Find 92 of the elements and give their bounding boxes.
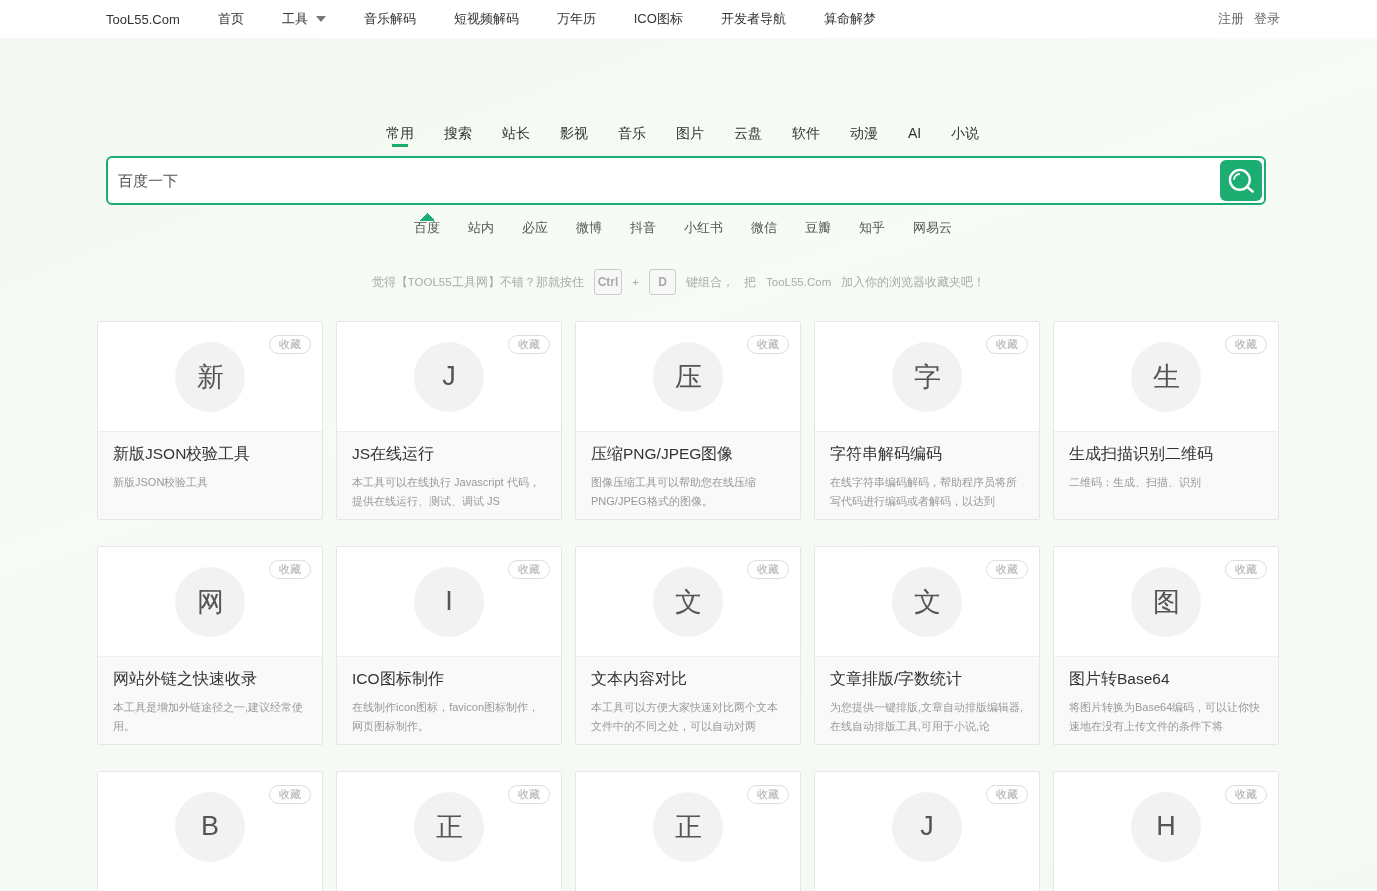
tool-description: 二维码：生成、扫描、识别 bbox=[1069, 475, 1202, 490]
nav-link[interactable]: 万年历 bbox=[556, 10, 596, 28]
tool-card[interactable]: H 收藏 bbox=[1053, 771, 1279, 891]
tool-title: 图片转Base64 bbox=[1069, 669, 1171, 689]
tool-description: 在线制作icon图标，favicon图标制作，网页图标制作。 bbox=[352, 700, 541, 734]
tool-description: 本工具是增加外链途径之一,建议经常使用。 bbox=[113, 700, 305, 734]
tool-card[interactable]: 正 收藏 bbox=[336, 771, 562, 891]
engine-tab[interactable]: 小红书 bbox=[669, 213, 737, 243]
category-tab[interactable]: 音乐 bbox=[602, 120, 661, 150]
tool-card[interactable]: J 收藏 bbox=[814, 771, 1040, 891]
tool-title: 字符串解码编码 bbox=[830, 444, 943, 464]
tool-title: JS在线运行 bbox=[352, 444, 436, 464]
tool-description: 将图片转换为Base64编码，可以让你快速地在没有上传文件的条件下将 bbox=[1069, 700, 1262, 734]
tool-description: 图像压缩工具可以帮助您在线压缩PNG/JPEG格式的图像。 bbox=[591, 475, 757, 509]
tool-avatar: 文 bbox=[892, 566, 962, 637]
category-tab[interactable]: 图片 bbox=[660, 120, 719, 150]
site-logo[interactable]: TooL55.Com bbox=[106, 11, 180, 27]
engine-tab[interactable]: 必应 bbox=[507, 213, 562, 243]
hint-text: 把 bbox=[744, 274, 757, 290]
tool-avatar: 压 bbox=[653, 341, 723, 412]
hint-text: TooL55.Com bbox=[766, 276, 832, 288]
engine-tab[interactable]: 微博 bbox=[561, 213, 616, 243]
account-link[interactable]: 注册 bbox=[1218, 10, 1244, 28]
tool-avatar: J bbox=[414, 341, 484, 412]
tool-avatar: 新 bbox=[175, 341, 245, 412]
hint-text: 加入你的浏览器收藏夹吧！ bbox=[841, 274, 986, 290]
keyboard-key: D bbox=[649, 269, 677, 295]
category-tab[interactable]: 小说 bbox=[936, 120, 995, 150]
engine-tab[interactable]: 抖音 bbox=[615, 213, 670, 243]
category-tab[interactable]: 动漫 bbox=[834, 120, 893, 150]
hint-text: 键组合， bbox=[686, 274, 735, 290]
tool-title: 文章排版/字数统计 bbox=[830, 669, 964, 689]
category-tab[interactable]: 软件 bbox=[776, 120, 835, 150]
nav-link[interactable]: 音乐解码 bbox=[363, 10, 416, 28]
keyboard-key: Ctrl bbox=[593, 269, 623, 295]
category-tab[interactable]: AI bbox=[892, 120, 937, 150]
tool-description: 本工具可以在线执行 Javascript 代码，提供在线运行、测试、调试 JS bbox=[352, 475, 541, 509]
tool-title: 网站外链之快速收录 bbox=[113, 669, 258, 689]
tool-card[interactable]: 压 收藏 压缩PNG/JPEG图像 图像压缩工具可以帮助您在线压缩PNG/JPEG格式的图像。 bbox=[575, 321, 801, 520]
tool-description: 为您提供一键排版,文章自动排版编辑器,在线自动排版工具,可用于小说,论 bbox=[830, 700, 1025, 734]
tool-card[interactable]: 网 收藏 网站外链之快速收录 本工具是增加外链途径之一,建议经常使用。 bbox=[97, 546, 323, 745]
nav-link[interactable]: ICO图标 bbox=[633, 10, 683, 28]
engine-tab[interactable]: 网易云 bbox=[898, 213, 966, 243]
tool-avatar: 正 bbox=[653, 791, 723, 862]
category-tab[interactable]: 搜索 bbox=[428, 120, 487, 150]
nav-link[interactable]: 工具 bbox=[281, 10, 326, 28]
tool-description: 在线字符串编码解码，帮助程序员将所写代码进行编码或者解码，以达到 bbox=[830, 475, 1018, 509]
tool-avatar: J bbox=[892, 791, 962, 862]
tool-card[interactable]: 字 收藏 字符串解码编码 在线字符串编码解码，帮助程序员将所写代码进行编码或者解码，以达到 bbox=[814, 321, 1040, 520]
tool-title: ICO图标制作 bbox=[352, 669, 445, 689]
tool-card[interactable]: 生 收藏 生成扫描识别二维码 二维码：生成、扫描、识别 bbox=[1053, 321, 1279, 520]
search-button[interactable] bbox=[1220, 160, 1262, 201]
tool-card[interactable]: 新 收藏 新版JSON校验工具 新版JSON校验工具 bbox=[97, 321, 323, 520]
engine-tab[interactable]: 知乎 bbox=[844, 213, 899, 243]
nav-link[interactable]: 短视频解码 bbox=[453, 10, 519, 28]
hint-text: 觉得【TOOL55工具网】不错？那就按住 bbox=[371, 274, 584, 290]
nav-link[interactable]: 开发者导航 bbox=[720, 10, 786, 28]
engine-tab[interactable]: 站内 bbox=[453, 213, 508, 243]
tool-title: 压缩PNG/JPEG图像 bbox=[591, 444, 735, 464]
nav-link[interactable]: 首页 bbox=[217, 10, 244, 28]
tool-title: 文本内容对比 bbox=[591, 669, 688, 689]
category-tab[interactable]: 云盘 bbox=[718, 120, 777, 150]
tool-avatar: I bbox=[414, 566, 484, 637]
tool-title: 生成扫描识别二维码 bbox=[1069, 444, 1214, 464]
nav-link[interactable]: 算命解梦 bbox=[823, 10, 876, 28]
tool-avatar: 文 bbox=[653, 566, 723, 637]
tool-avatar: H bbox=[1131, 791, 1201, 862]
tool-card[interactable]: 文 收藏 文本内容对比 本工具可以方便大家快速对比两个文本文件中的不同之处，可以自动对两 bbox=[575, 546, 801, 745]
search-icon bbox=[1227, 166, 1255, 195]
tool-card[interactable]: J 收藏 JS在线运行 本工具可以在线执行 Javascript 代码，提供在线运行、测试、调试 JS bbox=[336, 321, 562, 520]
tool-avatar: 正 bbox=[414, 791, 484, 862]
engine-tab[interactable]: 微信 bbox=[736, 213, 791, 243]
search-field[interactable]: 百度一下 bbox=[108, 165, 1220, 196]
tool-card[interactable]: 正 收藏 bbox=[575, 771, 801, 891]
search-bar[interactable]: 百度一下 bbox=[106, 156, 1266, 205]
tool-avatar: 网 bbox=[175, 566, 245, 637]
account-link[interactable]: 登录 bbox=[1254, 10, 1280, 28]
tool-avatar: 生 bbox=[1131, 341, 1201, 412]
category-tab[interactable]: 站长 bbox=[486, 120, 545, 150]
tool-card[interactable]: 图 收藏 图片转Base64 将图片转换为Base64编码，可以让你快速地在没有上传文件的条件下将 bbox=[1053, 546, 1279, 745]
tool-title: 新版JSON校验工具 bbox=[113, 444, 252, 464]
category-tab[interactable]: 影视 bbox=[544, 120, 603, 150]
tool-card[interactable]: I 收藏 ICO图标制作 在线制作icon图标，favicon图标制作，网页图标制作。 bbox=[336, 546, 562, 745]
tool-card[interactable]: B 收藏 bbox=[97, 771, 323, 891]
tool-card[interactable]: 文 收藏 文章排版/字数统计 为您提供一键排版,文章自动排版编辑器,在线自动排版工具,可用于小说,论 bbox=[814, 546, 1040, 745]
tool-avatar: 字 bbox=[892, 341, 962, 412]
plus-sign: + bbox=[632, 276, 640, 288]
tool-avatar: B bbox=[175, 791, 245, 862]
tool-description: 新版JSON校验工具 bbox=[113, 475, 210, 490]
tool-avatar: 图 bbox=[1131, 566, 1201, 637]
tool-description: 本工具可以方便大家快速对比两个文本文件中的不同之处，可以自动对两 bbox=[591, 700, 779, 734]
engine-tab[interactable]: 豆瓣 bbox=[790, 213, 845, 243]
